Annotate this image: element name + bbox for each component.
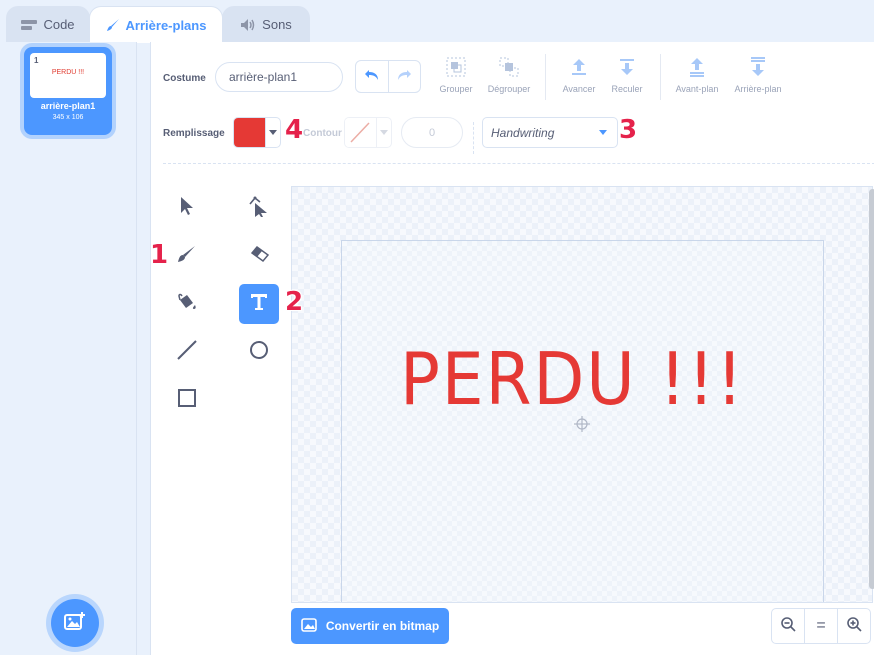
outline-color-swatch bbox=[345, 118, 376, 147]
bring-to-front-icon bbox=[670, 56, 724, 78]
tab-sounds[interactable]: Sons bbox=[222, 6, 310, 42]
crosshair-icon bbox=[573, 415, 591, 438]
zoom-reset-label: = bbox=[816, 617, 826, 634]
brush-icon bbox=[177, 244, 197, 269]
outline-label: Contour bbox=[303, 128, 342, 139]
backdrop-name: arrière-plan1 bbox=[40, 101, 96, 111]
reshape-icon bbox=[248, 195, 270, 222]
tab-backdrops-label: Arrière-plans bbox=[125, 17, 207, 33]
image-add-icon bbox=[64, 611, 86, 636]
zoom-in-icon bbox=[846, 616, 862, 637]
undo-icon bbox=[364, 68, 380, 86]
drawing-canvas[interactable]: PERDU !!! bbox=[291, 186, 873, 603]
tab-sounds-label: Sons bbox=[262, 17, 292, 32]
backdrop-list: 1 PERDU !!! arrière-plan1 345 x 106 bbox=[0, 42, 137, 655]
image-icon bbox=[301, 617, 317, 635]
chevron-down-icon bbox=[599, 130, 607, 135]
back-label: Arrière-plan bbox=[734, 84, 782, 94]
square-icon bbox=[176, 387, 198, 414]
circle-icon bbox=[248, 339, 270, 366]
chevron-down-icon bbox=[376, 118, 391, 147]
zoom-out-icon bbox=[780, 616, 796, 637]
thumbnail-text: PERDU !!! bbox=[51, 69, 85, 76]
tab-code-label: Code bbox=[43, 17, 75, 32]
chevron-down-icon bbox=[265, 118, 280, 147]
toolbar-divider bbox=[473, 122, 474, 154]
ungroup-button[interactable]: Dégrouper bbox=[484, 56, 534, 94]
fill-color-picker[interactable] bbox=[233, 117, 281, 148]
outline-width-input[interactable]: 0 bbox=[401, 117, 463, 148]
front-button[interactable]: Avant-plan bbox=[670, 56, 724, 94]
paint-bucket-icon bbox=[176, 292, 198, 317]
outline-color-picker[interactable] bbox=[344, 117, 392, 148]
forward-label: Avancer bbox=[562, 84, 596, 94]
backward-button[interactable]: Reculer bbox=[605, 56, 649, 94]
toolbar-divider bbox=[545, 54, 546, 100]
zoom-in-button[interactable] bbox=[837, 608, 871, 644]
annotation-marker-3: 3 bbox=[619, 115, 638, 145]
costume-name-input[interactable]: arrière-plan1 bbox=[215, 62, 343, 92]
fill-color-swatch bbox=[234, 118, 265, 147]
tab-code[interactable]: Code bbox=[6, 6, 90, 42]
annotation-marker-1: 1 bbox=[150, 240, 169, 270]
canvas-text[interactable]: PERDU !!! bbox=[400, 337, 745, 421]
forward-button[interactable]: Avancer bbox=[557, 56, 601, 94]
line-icon bbox=[176, 339, 198, 366]
front-label: Avant-plan bbox=[675, 84, 719, 94]
vertical-scrollbar[interactable] bbox=[869, 189, 874, 589]
text-t-icon bbox=[249, 292, 269, 317]
stage-bounds: PERDU !!! bbox=[341, 240, 824, 602]
fill-label: Remplissage bbox=[163, 128, 225, 139]
add-backdrop-button[interactable] bbox=[51, 599, 99, 647]
costume-label: Costume bbox=[163, 73, 206, 84]
font-value: Handwriting bbox=[491, 125, 555, 140]
toolbar-divider bbox=[163, 163, 874, 164]
backward-label: Reculer bbox=[611, 84, 643, 94]
backdrop-index: 1 bbox=[34, 56, 39, 65]
paint-editor: Costume arrière-plan1 Grouper Dégrouper … bbox=[150, 42, 874, 655]
redo-button[interactable] bbox=[387, 61, 421, 92]
group-button[interactable]: Grouper bbox=[436, 56, 476, 94]
zoom-reset-button[interactable]: = bbox=[804, 608, 838, 644]
backdrop-tile[interactable]: 1 PERDU !!! arrière-plan1 345 x 106 bbox=[24, 47, 112, 135]
back-button[interactable]: Arrière-plan bbox=[729, 56, 787, 94]
font-dropdown[interactable]: Handwriting bbox=[482, 117, 618, 148]
code-icon bbox=[21, 19, 38, 31]
tab-bar: Code Arrière-plans Sons bbox=[0, 0, 874, 43]
convert-to-bitmap-button[interactable]: Convertir en bitmap bbox=[291, 608, 449, 644]
speaker-icon bbox=[240, 18, 256, 32]
brush-tool[interactable] bbox=[167, 236, 207, 276]
ungroup-label: Dégrouper bbox=[487, 84, 531, 94]
annotation-marker-4: 4 bbox=[285, 115, 304, 145]
select-tool[interactable] bbox=[167, 188, 207, 228]
undo-button[interactable] bbox=[356, 61, 388, 92]
backdrop-size: 345 x 106 bbox=[52, 114, 84, 121]
backdrop-thumbnail: 1 PERDU !!! bbox=[30, 53, 106, 98]
group-label: Grouper bbox=[439, 84, 473, 94]
toolbar-divider bbox=[660, 54, 661, 100]
tab-backdrops[interactable]: Arrière-plans bbox=[89, 6, 223, 43]
fill-tool[interactable] bbox=[167, 284, 207, 324]
rectangle-tool[interactable] bbox=[167, 380, 207, 420]
text-tool[interactable] bbox=[239, 284, 279, 324]
send-to-back-icon bbox=[729, 56, 787, 78]
arrow-cursor-icon bbox=[178, 196, 196, 221]
undo-redo-group bbox=[355, 60, 421, 93]
annotation-marker-2: 2 bbox=[285, 287, 304, 317]
redo-icon bbox=[396, 68, 412, 86]
eraser-icon bbox=[248, 245, 270, 268]
reshape-tool[interactable] bbox=[239, 188, 279, 228]
ungroup-icon bbox=[484, 56, 534, 78]
circle-tool[interactable] bbox=[239, 332, 279, 372]
convert-label: Convertir en bitmap bbox=[325, 619, 440, 633]
backward-icon bbox=[605, 56, 649, 78]
zoom-out-button[interactable] bbox=[771, 608, 805, 644]
group-icon bbox=[436, 56, 476, 78]
eraser-tool[interactable] bbox=[239, 236, 279, 276]
line-tool[interactable] bbox=[167, 332, 207, 372]
forward-icon bbox=[557, 56, 601, 78]
brush-icon bbox=[106, 18, 120, 32]
